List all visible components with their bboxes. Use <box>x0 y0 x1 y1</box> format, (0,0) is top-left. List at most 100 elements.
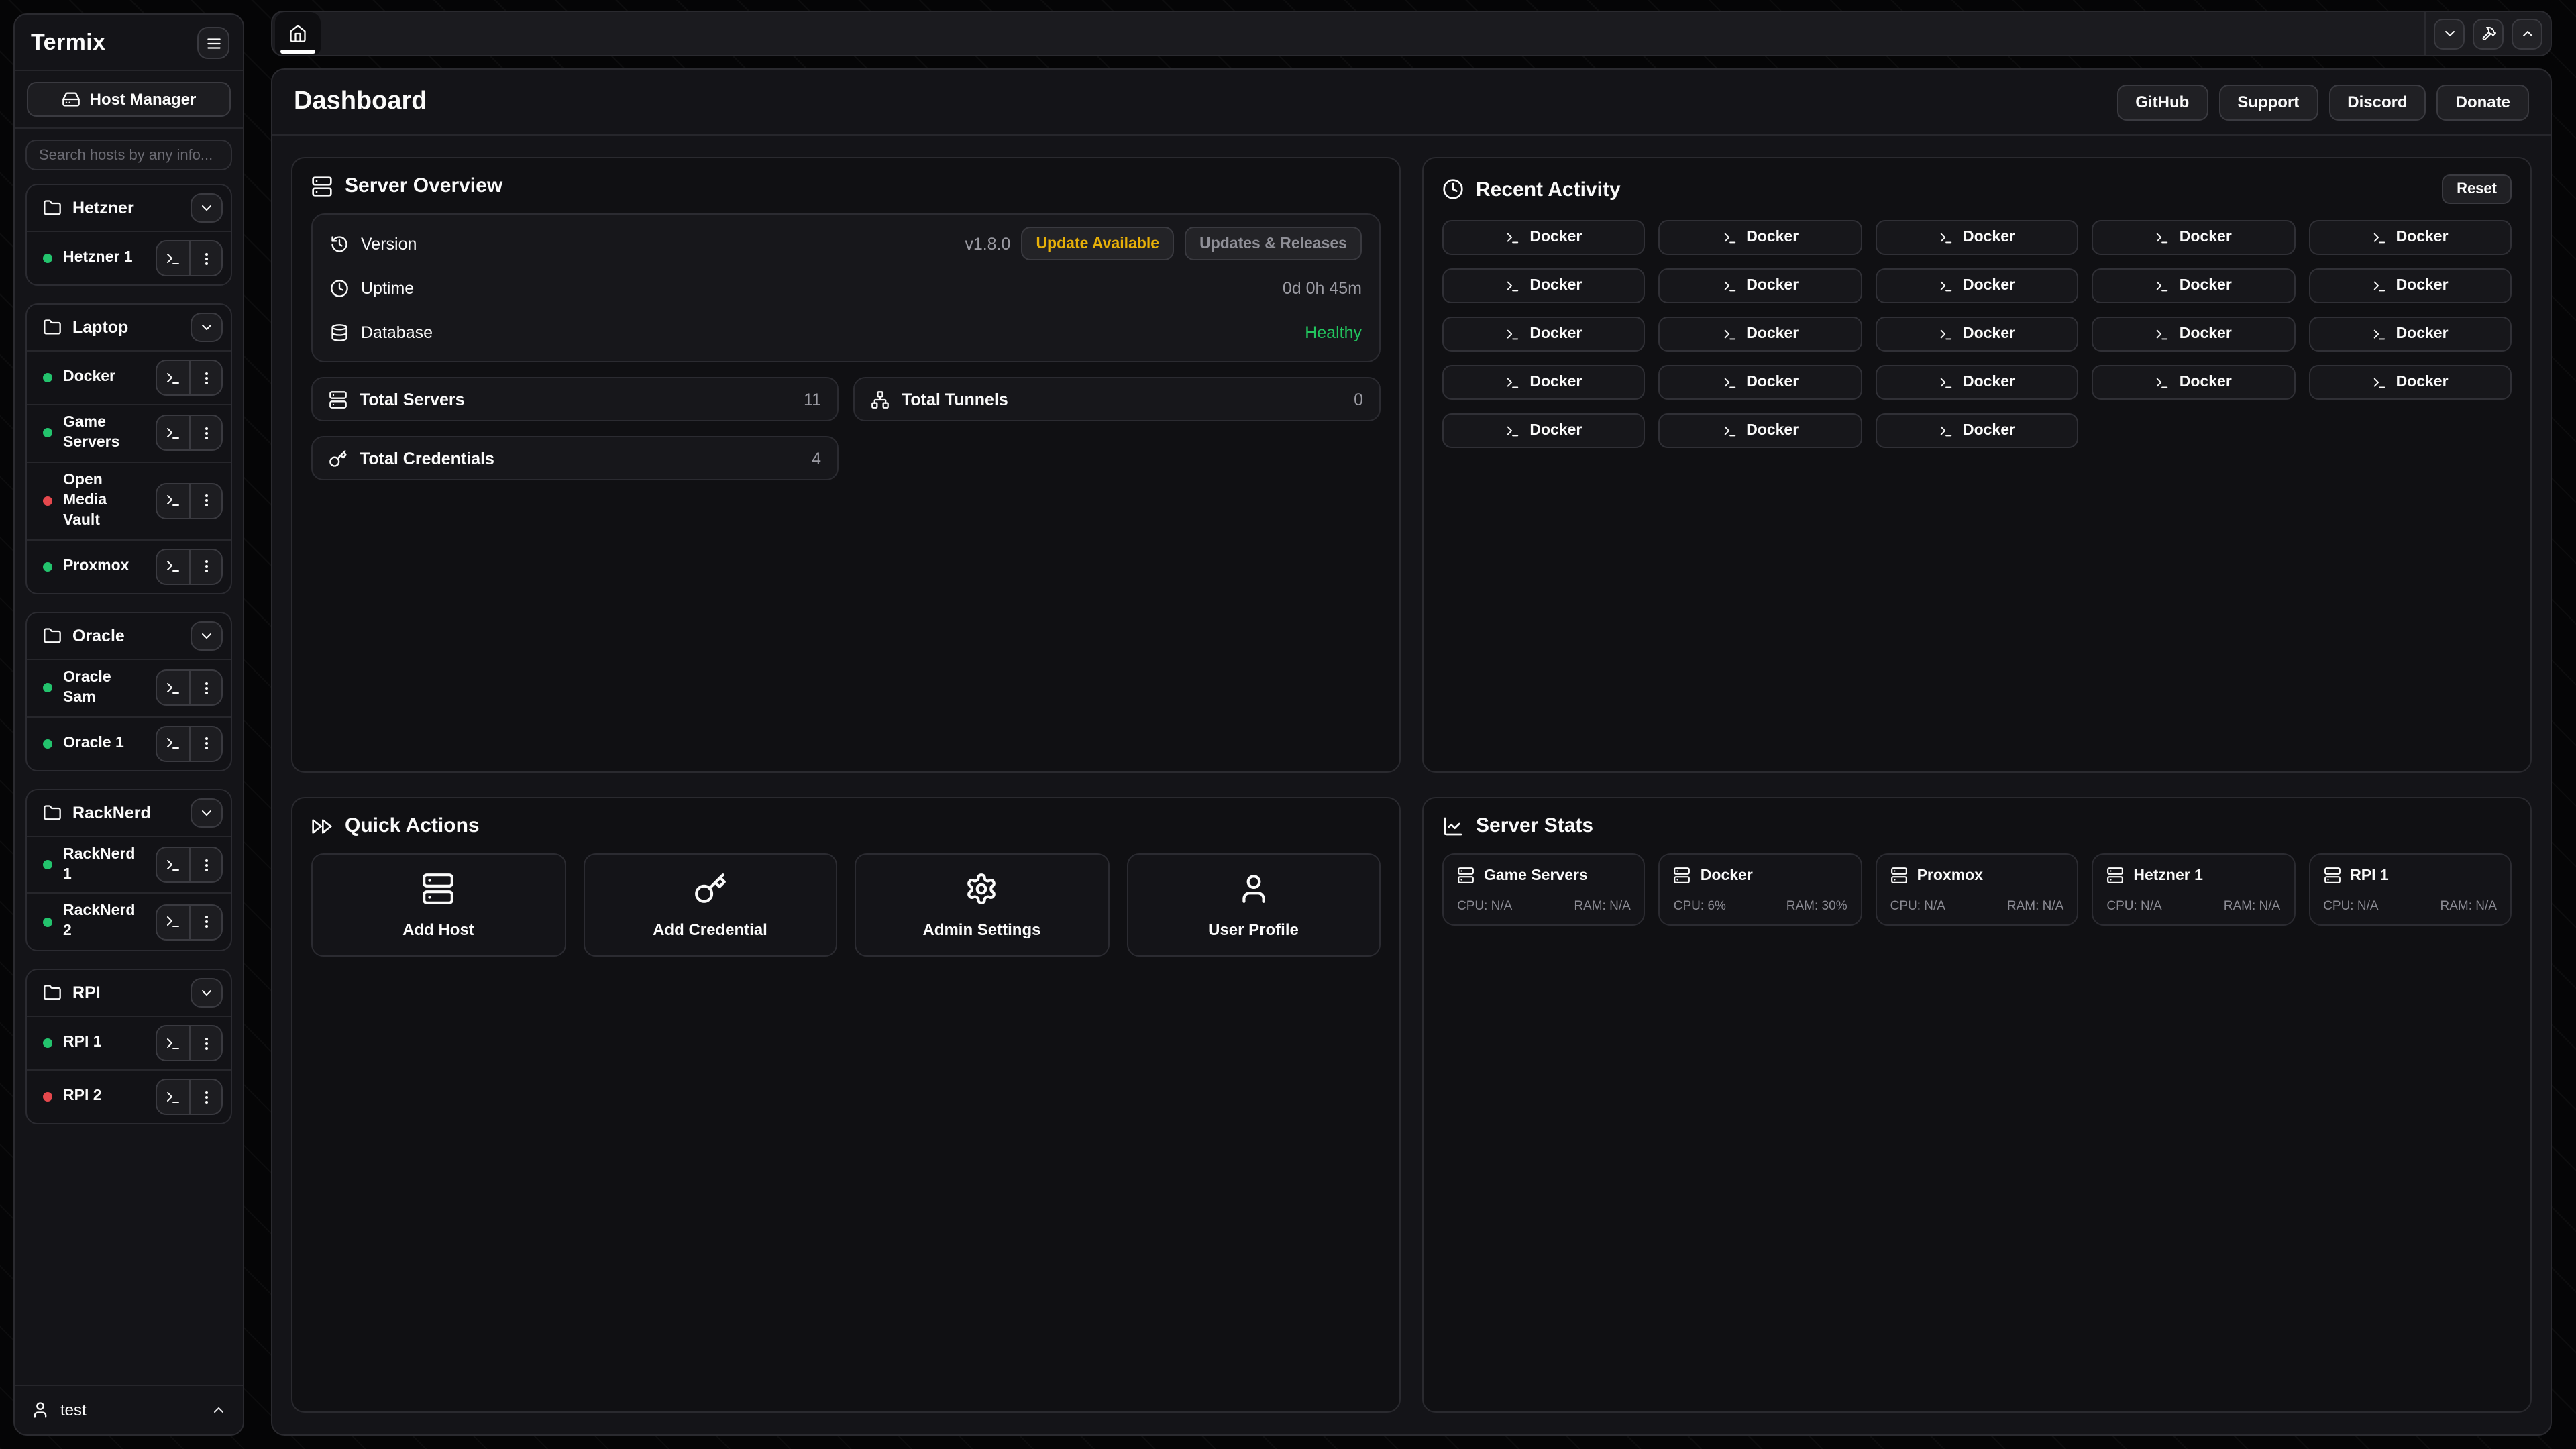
header-link-button[interactable]: GitHub <box>2116 84 2208 120</box>
activity-item-button[interactable]: Docker <box>1876 317 2079 352</box>
reset-button[interactable]: Reset <box>2442 174 2512 204</box>
quick-action-button[interactable]: Add Host <box>311 853 566 957</box>
uptime-label: Uptime <box>361 278 414 297</box>
scroll-tabs-right-button[interactable] <box>2512 18 2542 49</box>
user-menu[interactable]: test <box>15 1385 243 1434</box>
sidebar-header: Termix <box>15 15 243 70</box>
activity-item-button[interactable]: Docker <box>1876 413 2079 448</box>
activity-item-button[interactable]: Docker <box>1659 268 1862 303</box>
open-terminal-button[interactable] <box>157 1081 189 1114</box>
open-terminal-button[interactable] <box>157 1027 189 1061</box>
server-stats-card: Server Stats Game Servers CPU: N/A RAM: … <box>1422 797 2532 1413</box>
action-label: Add Credential <box>653 920 767 938</box>
host-options-button[interactable] <box>189 549 221 583</box>
activity-item-label: Docker <box>1963 423 2015 439</box>
activity-item-button[interactable]: Docker <box>2308 365 2512 400</box>
open-terminal-button[interactable] <box>157 906 189 939</box>
header-link-button[interactable]: Support <box>2218 84 2318 120</box>
server-stat-card: RPI 1 CPU: N/A RAM: N/A <box>2308 853 2512 926</box>
card-title: Recent Activity <box>1476 178 1621 201</box>
activity-item-button[interactable]: Docker <box>2092 220 2295 255</box>
host-name: RackNerd 2 <box>63 902 145 943</box>
activity-item-button[interactable]: Docker <box>2092 268 2295 303</box>
activity-item-button[interactable]: Docker <box>1442 317 1646 352</box>
stat-ram: RAM: N/A <box>2440 899 2497 914</box>
search-input[interactable] <box>25 140 232 170</box>
quick-action-button[interactable]: Add Credential <box>583 853 837 957</box>
group-collapse-button[interactable] <box>191 979 223 1008</box>
card-title: Server Overview <box>345 174 502 197</box>
activity-item-button[interactable]: Docker <box>2308 268 2512 303</box>
header-link-button[interactable]: Discord <box>2328 84 2426 120</box>
host-options-button[interactable] <box>189 484 221 518</box>
group-collapse-button[interactable] <box>191 621 223 650</box>
host-options-button[interactable] <box>189 1027 221 1061</box>
open-terminal-button[interactable] <box>157 848 189 881</box>
activity-item-button[interactable]: Docker <box>1442 365 1646 400</box>
server-icon <box>1890 867 1908 884</box>
activity-item-button[interactable]: Docker <box>2092 317 2295 352</box>
activity-item-button[interactable]: Docker <box>1876 220 2079 255</box>
host-manager-button[interactable]: Host Manager <box>27 82 231 117</box>
activity-item-button[interactable]: Docker <box>1442 220 1646 255</box>
host-options-button[interactable] <box>189 361 221 394</box>
activity-item-button[interactable]: Docker <box>2308 220 2512 255</box>
host-options-button[interactable] <box>189 1081 221 1114</box>
dots-vertical-icon <box>198 857 214 873</box>
open-terminal-button[interactable] <box>157 484 189 518</box>
group-collapse-button[interactable] <box>191 798 223 827</box>
terminal-icon <box>1505 423 1520 438</box>
group-collapse-button[interactable] <box>191 313 223 342</box>
gear-icon <box>965 871 999 905</box>
quick-action-button[interactable]: Admin Settings <box>855 853 1109 957</box>
host-manager-section: Host Manager <box>15 71 243 127</box>
card-title: Server Stats <box>1476 814 1593 837</box>
activity-item-button[interactable]: Docker <box>1876 365 2079 400</box>
activity-item-button[interactable]: Docker <box>1442 413 1646 448</box>
activity-item-button[interactable]: Docker <box>1659 317 1862 352</box>
sidebar-menu-button[interactable] <box>197 27 229 59</box>
group-collapse-button[interactable] <box>191 193 223 223</box>
header-link-button[interactable]: Donate <box>2437 84 2529 120</box>
activity-item-button[interactable]: Docker <box>1659 220 1862 255</box>
termix-app: Termix Host Manager Hetzner Hetzner 1 <box>0 0 2576 1449</box>
open-terminal-button[interactable] <box>157 417 189 450</box>
tools-button[interactable] <box>2473 18 2504 49</box>
server-icon <box>1457 867 1474 884</box>
terminal-icon <box>2372 278 2387 293</box>
scroll-tabs-left-button[interactable] <box>2434 18 2465 49</box>
host-name: Game Servers <box>63 413 145 453</box>
activity-item-button[interactable]: Docker <box>1442 268 1646 303</box>
open-terminal-button[interactable] <box>157 361 189 394</box>
group-name: Oracle <box>72 626 180 645</box>
activity-item-button[interactable]: Docker <box>2308 317 2512 352</box>
activity-item-label: Docker <box>1529 229 1582 246</box>
update-available-button[interactable]: Update Available <box>1021 227 1174 260</box>
host-options-button[interactable] <box>189 671 221 704</box>
activity-item-button[interactable]: Docker <box>1659 413 1862 448</box>
folder-icon <box>43 318 62 337</box>
tab-home[interactable] <box>275 12 321 55</box>
host-group: RackNerd RackNerd 1 RackNerd 2 <box>25 788 232 952</box>
updates-releases-button[interactable]: Updates & Releases <box>1185 227 1362 260</box>
activity-item-button[interactable]: Docker <box>1659 365 1862 400</box>
activity-item-button[interactable]: Docker <box>1876 268 2079 303</box>
host-name: Docker <box>63 368 145 388</box>
open-terminal-button[interactable] <box>157 549 189 583</box>
card-title-row: Recent Activity Reset <box>1442 174 2512 204</box>
quick-action-button[interactable]: User Profile <box>1126 853 1381 957</box>
host-options-button[interactable] <box>189 906 221 939</box>
open-terminal-button[interactable] <box>157 727 189 760</box>
host-name: RPI 2 <box>63 1087 145 1108</box>
host-options-button[interactable] <box>189 727 221 760</box>
activity-item-button[interactable]: Docker <box>2092 365 2295 400</box>
open-terminal-button[interactable] <box>157 241 189 275</box>
activity-item-label: Docker <box>1746 278 1799 294</box>
host-options-button[interactable] <box>189 417 221 450</box>
terminal-icon <box>165 1089 181 1106</box>
host-options-button[interactable] <box>189 848 221 881</box>
dots-vertical-icon <box>198 680 214 696</box>
open-terminal-button[interactable] <box>157 671 189 704</box>
host-options-button[interactable] <box>189 241 221 275</box>
total-tunnels-label: Total Tunnels <box>902 390 1008 409</box>
